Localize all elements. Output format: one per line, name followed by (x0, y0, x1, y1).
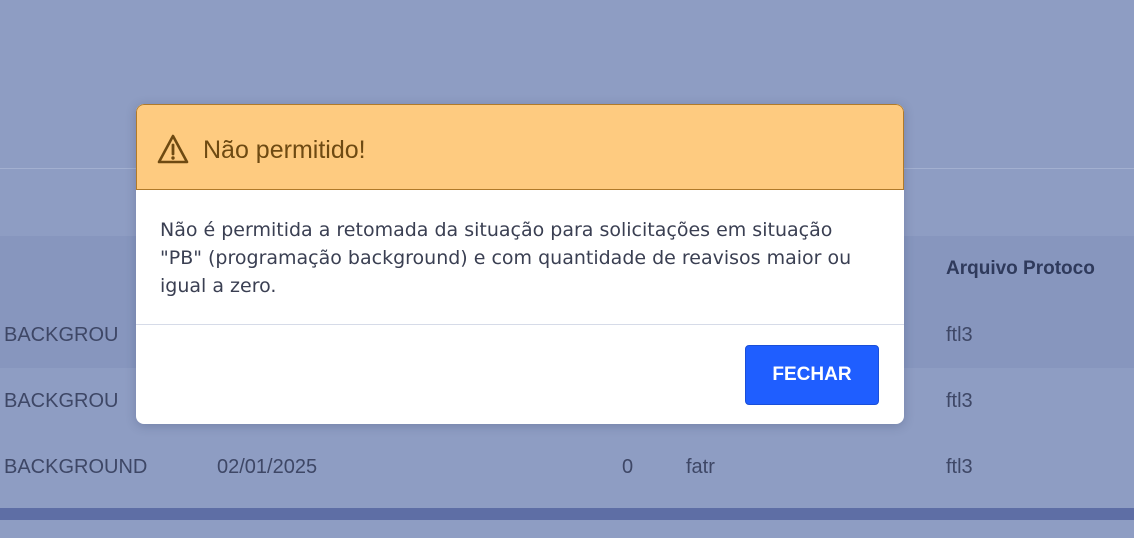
cell-quantidade: 0 (622, 456, 634, 478)
warning-triangle-icon (157, 134, 189, 164)
not-allowed-dialog: Não permitido! Não é permitida a retomad… (136, 104, 904, 424)
cell-situacao: BACKGROU (4, 324, 119, 346)
dialog-title: Não permitido! (203, 136, 366, 164)
cell-arquivo: ftl3 (946, 456, 973, 478)
cell-situacao: BACKGROUND (4, 456, 148, 478)
cell-data: 02/01/2025 (217, 456, 318, 478)
table-row: BACKGROUND 02/01/2025 0 fatr ftl3 (0, 434, 1134, 500)
close-button[interactable]: FECHAR (745, 345, 879, 405)
dialog-message: Não é permitida a retomada da situação p… (160, 219, 852, 297)
dialog-header: Não permitido! (136, 104, 904, 190)
cell-arquivo: ftl3 (946, 324, 973, 346)
cell-usuario: fatr (686, 456, 715, 478)
cell-situacao: BACKGROU (4, 390, 119, 412)
dialog-divider (136, 324, 904, 325)
horizontal-scrollbar[interactable] (0, 508, 1134, 520)
cell-arquivo: ftl3 (946, 390, 973, 412)
column-header-arquivo-protocolo: Arquivo Protoco (946, 258, 1095, 279)
